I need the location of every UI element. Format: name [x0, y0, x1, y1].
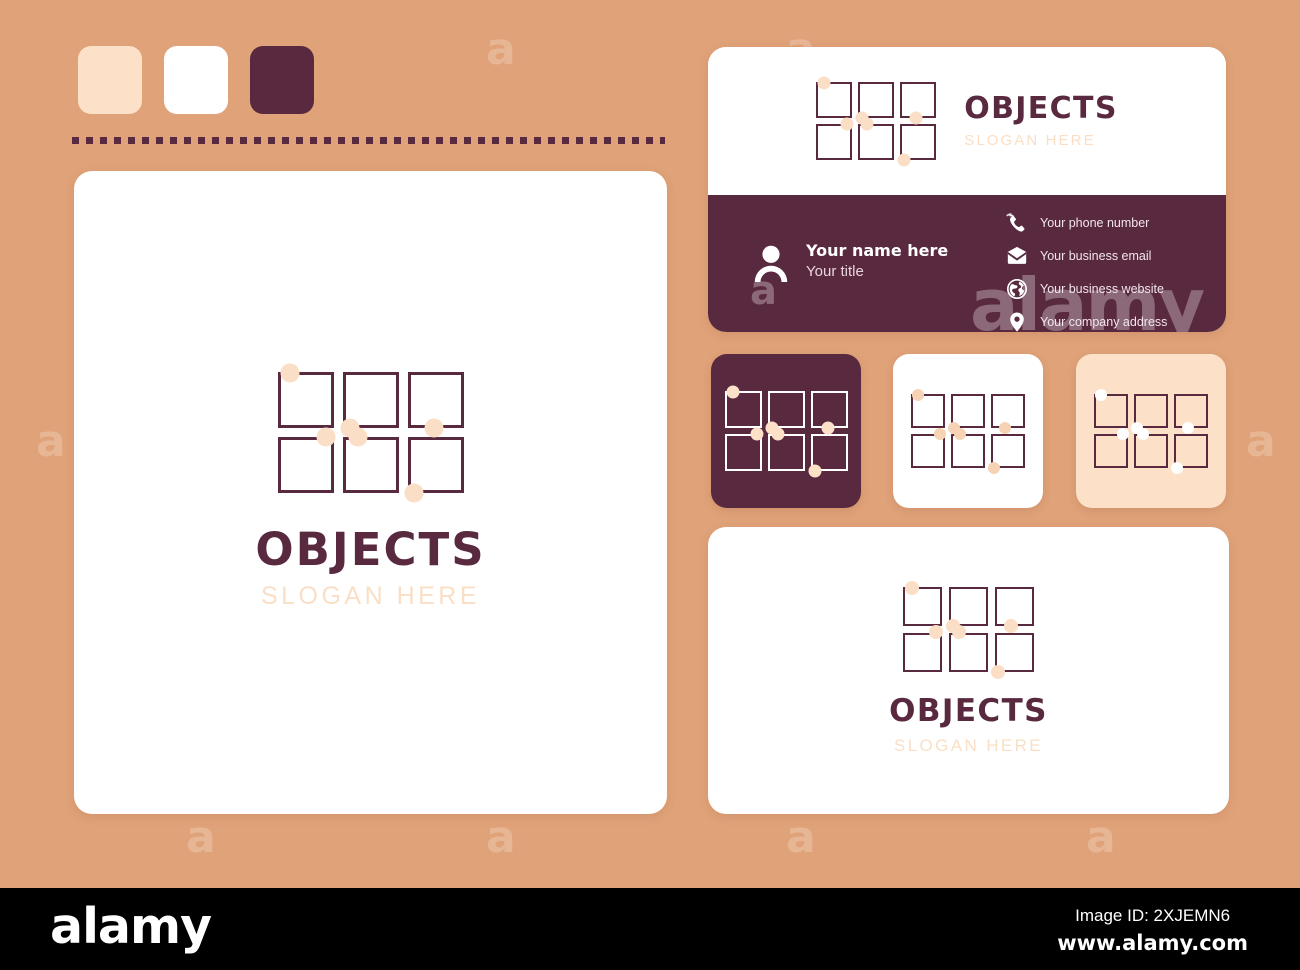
- logo-accent-dot: [750, 427, 763, 441]
- watermark-glyph: a: [486, 812, 516, 863]
- logo-accent-dot: [280, 363, 299, 383]
- logo-mark: [277, 363, 464, 503]
- logo-accent-dot: [929, 625, 943, 639]
- primary-logo-lockup: OBJECTS SLOGAN HERE: [255, 363, 485, 609]
- globe-icon: [1007, 279, 1027, 299]
- logo-accent-dot: [1137, 428, 1149, 440]
- logo-mark: [911, 389, 1025, 474]
- avatar-icon: [754, 245, 788, 282]
- artboard: a a a a a a a a: [0, 0, 1300, 888]
- wordmark: OBJECTS SLOGAN HERE: [255, 527, 485, 609]
- logo-variant-plum[interactable]: [711, 354, 861, 508]
- logo-accent-dot: [808, 464, 821, 478]
- watermark-glyph: a: [1086, 812, 1116, 863]
- phone-icon: [1006, 213, 1025, 232]
- bottom-card-slogan: SLOGAN HERE: [894, 736, 1043, 755]
- contact-label: Your business email: [1040, 249, 1152, 263]
- image-id-label: Image ID: 2XJEMN6: [1075, 906, 1231, 925]
- logo-accent-dot: [817, 76, 831, 90]
- logo-accent-dot: [771, 427, 784, 441]
- wordmark: OBJECTS SLOGAN HERE: [889, 693, 1048, 755]
- contact-row-phone[interactable]: Your phone number: [1006, 212, 1167, 234]
- secondary-logo-lockup: OBJECTS SLOGAN HERE: [889, 581, 1048, 755]
- logo-accent-dot: [316, 427, 335, 447]
- alamy-url: www.alamy.com: [1057, 930, 1248, 955]
- logo-mark: [816, 76, 937, 167]
- logo-variant-peach[interactable]: [1076, 354, 1226, 508]
- logo-accent-dot: [348, 427, 367, 447]
- brand-title: OBJECTS: [255, 523, 486, 576]
- dotted-divider: [72, 137, 665, 144]
- footer-meta: Image ID: 2XJEMN6 www.alamy.com: [1057, 904, 1248, 957]
- color-palette: [78, 46, 314, 114]
- watermark-glyph: a: [486, 24, 516, 75]
- business-card: OBJECTS SLOGAN HERE a alamy Your name he…: [708, 47, 1226, 332]
- watermark-glyph: a: [186, 812, 216, 863]
- logo-mark: [724, 385, 848, 478]
- contact-job-title: Your title: [806, 262, 864, 280]
- logo-accent-dot: [821, 421, 834, 435]
- main-logo-card: OBJECTS SLOGAN HERE: [74, 171, 667, 814]
- screenshot-stage: a a a a a a a a: [0, 0, 1300, 970]
- logo-accent-dot: [1182, 422, 1194, 434]
- contact-row-email[interactable]: Your business email: [1006, 245, 1167, 267]
- watermark-glyph: a: [786, 812, 816, 863]
- logo-square: [767, 434, 805, 471]
- contact-label: Your business website: [1040, 282, 1164, 296]
- logo-variant-white[interactable]: [893, 354, 1043, 508]
- logo-accent-dot: [897, 153, 911, 167]
- palette-swatch-white[interactable]: [164, 46, 228, 114]
- envelope-icon: [1007, 246, 1027, 264]
- logo-mark: [903, 581, 1034, 679]
- logo-square: [949, 633, 988, 672]
- logo-accent-dot: [860, 117, 874, 131]
- contact-row-address[interactable]: Your company address: [1006, 311, 1167, 332]
- business-card-slogan: SLOGAN HERE: [964, 132, 1096, 149]
- logo-accent-dot: [909, 111, 923, 125]
- logo-accent-dot: [999, 422, 1011, 434]
- logo-accent-dot: [954, 428, 966, 440]
- watermark-glyph: a: [1246, 416, 1276, 467]
- contact-label: Your company address: [1040, 315, 1168, 329]
- brand-slogan: SLOGAN HERE: [260, 582, 481, 610]
- logo-accent-dot: [988, 462, 1000, 474]
- bottom-card-title: OBJECTS: [889, 693, 1048, 729]
- contact-row-website[interactable]: Your business website: [1006, 278, 1167, 300]
- alamy-footer-bar: alamy Image ID: 2XJEMN6 www.alamy.com: [0, 888, 1300, 970]
- contact-person: Your name here Your title: [750, 240, 948, 282]
- logo-accent-dot: [1117, 428, 1129, 440]
- logo-accent-dot: [1171, 462, 1183, 474]
- contact-name: Your name here: [806, 240, 949, 260]
- business-card-footer: a alamy Your name here Your title Your p…: [708, 195, 1226, 332]
- bottom-logo-card: OBJECTS SLOGAN HERE: [708, 527, 1229, 814]
- logo-accent-dot: [424, 418, 443, 438]
- contact-list: Your phone number Your business email Yo…: [1006, 212, 1167, 332]
- palette-swatch-plum[interactable]: [250, 46, 314, 114]
- logo-square: [342, 437, 399, 493]
- location-pin-icon: [1010, 312, 1024, 332]
- logo-accent-dot: [912, 389, 924, 401]
- business-card-title: OBJECTS: [964, 91, 1118, 126]
- business-card-header: OBJECTS SLOGAN HERE: [708, 47, 1226, 195]
- alamy-logo: alamy: [50, 898, 212, 955]
- logo-accent-dot: [840, 117, 854, 131]
- logo-accent-dot: [905, 581, 919, 595]
- logo-accent-dot: [934, 428, 946, 440]
- watermark-glyph: a: [36, 416, 66, 467]
- logo-accent-dot: [1095, 389, 1107, 401]
- wordmark: OBJECTS SLOGAN HERE: [964, 91, 1118, 149]
- logo-accent-dot: [952, 625, 966, 639]
- logo-accent-dot: [1004, 619, 1018, 633]
- logo-accent-dot: [404, 483, 423, 503]
- logo-accent-dot: [726, 385, 739, 399]
- contact-label: Your phone number: [1040, 216, 1150, 230]
- palette-swatch-peach[interactable]: [78, 46, 142, 114]
- logo-mark: [1094, 389, 1208, 474]
- logo-accent-dot: [991, 665, 1005, 679]
